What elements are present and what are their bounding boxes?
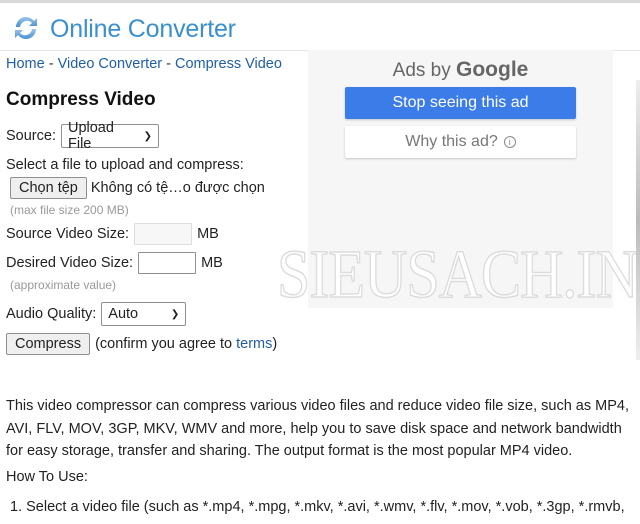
audio-quality-value: Auto — [108, 306, 139, 322]
desired-size-label: Desired Video Size: — [6, 255, 134, 271]
refresh-arrows-icon[interactable] — [10, 12, 42, 44]
desired-size-unit: MB — [201, 255, 223, 271]
compress-button[interactable]: Compress — [6, 333, 91, 355]
source-select[interactable]: Upload File ❯ — [60, 120, 159, 152]
audio-quality-select[interactable]: Auto ❯ — [101, 302, 187, 326]
breadcrumb-separator: - — [44, 56, 58, 72]
how-to-heading: How To Use: — [6, 469, 88, 485]
desired-size-row: Desired Video Size: MB — [6, 252, 223, 274]
chevron-down-icon: ❯ — [143, 130, 152, 142]
breadcrumb-separator: - — [162, 56, 175, 72]
chevron-down-icon: ❯ — [170, 308, 180, 320]
confirm-prefix: (confirm you agree to — [95, 336, 237, 352]
audio-quality-label: Audio Quality: — [6, 306, 97, 322]
confirm-text: (confirm you agree to terms) — [95, 336, 277, 352]
info-icon: i — [503, 136, 516, 148]
site-header: Online Converter — [0, 3, 640, 51]
site-title[interactable]: Online Converter — [50, 15, 236, 44]
source-row: Source: Upload File ❯ — [6, 120, 159, 152]
file-prompt: Select a file to upload and compress: — [6, 157, 244, 173]
breadcrumb: Home - Video Converter - Compress Video — [6, 56, 282, 72]
why-this-ad-button[interactable]: Why this ad? i — [345, 126, 576, 158]
file-input-row: Chọn tệp Không có tệ…o được chọn — [10, 177, 265, 199]
file-prompt-text: Select a file to upload and compress: — [6, 157, 244, 173]
desired-size-input[interactable] — [138, 252, 197, 274]
stop-seeing-ad-button[interactable]: Stop seeing this ad — [345, 87, 576, 119]
breadcrumb-compress-video[interactable]: Compress Video — [175, 56, 282, 72]
breadcrumb-home[interactable]: Home — [6, 56, 45, 72]
audio-quality-row: Audio Quality: Auto ❯ — [6, 302, 187, 326]
google-label: Google — [456, 58, 529, 81]
ads-by-google: Ads by Google — [308, 58, 613, 82]
source-size-unit: MB — [197, 226, 219, 242]
source-size-label: Source Video Size: — [6, 226, 130, 242]
choose-file-button[interactable]: Chọn tệp — [10, 177, 87, 199]
no-file-text: Không có tệ…o được chọn — [90, 180, 265, 196]
page-title: Compress Video — [6, 89, 156, 110]
source-size-row: Source Video Size: MB — [6, 223, 219, 245]
source-label: Source: — [6, 128, 56, 144]
source-size-input[interactable] — [134, 223, 193, 245]
confirm-suffix: ) — [272, 336, 278, 352]
ads-by-label: Ads by — [392, 60, 451, 81]
watermark: SIEUSACH.INFO — [276, 235, 640, 312]
page-edge-shadow — [636, 80, 640, 360]
terms-link[interactable]: terms — [236, 336, 272, 352]
source-select-value: Upload File — [67, 120, 114, 152]
description-paragraph: This video compressor can compress vario… — [6, 398, 629, 459]
compress-row: Compress (confirm you agree to terms) — [6, 333, 277, 355]
approx-value-hint: (approximate value) — [10, 278, 117, 292]
why-this-ad-label: Why this ad? — [405, 133, 498, 150]
max-size-hint: (max file size 200 MB) — [10, 203, 129, 217]
how-to-step: 1. Select a video file (such as *.mp4, *… — [10, 499, 625, 515]
breadcrumb-video-converter[interactable]: Video Converter — [58, 56, 163, 72]
